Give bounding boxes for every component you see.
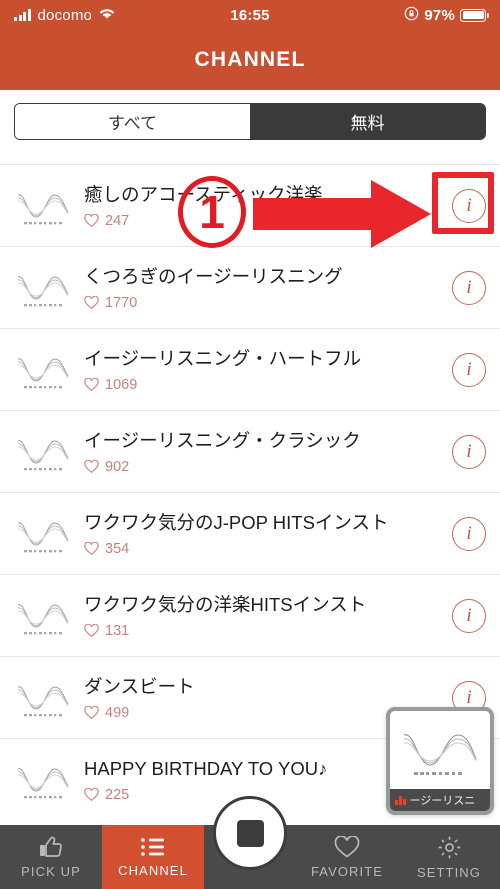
tab-pick-up[interactable]: PICK UP xyxy=(0,825,102,889)
like-count: 1069 xyxy=(84,377,442,393)
channel-row[interactable]: イージーリスニング・ハートフル 1069 i xyxy=(0,328,500,410)
heart-icon xyxy=(334,835,360,859)
list-icon xyxy=(140,836,166,858)
like-count: 131 xyxy=(84,623,442,639)
like-count-value: 247 xyxy=(105,212,130,229)
waveform-logo-icon xyxy=(390,711,490,789)
app-root: docomo 16:55 97% CHANNEL すべて 無料 癒しのアコーステ… xyxy=(0,0,500,889)
channel-thumbnail-icon xyxy=(14,511,72,557)
heart-icon xyxy=(84,377,99,392)
stop-square-icon xyxy=(236,819,264,847)
status-bar-right: 97% xyxy=(270,6,489,25)
channel-info: ワクワク気分の洋楽HITSインスト 131 xyxy=(84,583,442,648)
tab-favorite-label: FAVORITE xyxy=(310,863,384,879)
channel-row[interactable]: くつろぎのイージーリスニング 1770 i xyxy=(0,246,500,328)
channel-title: くつろぎのイージーリスニング xyxy=(84,266,343,288)
channel-row[interactable]: イージーリスニング・クラシック 902 i xyxy=(0,410,500,492)
segmented-control-wrap: すべて 無料 xyxy=(0,90,500,154)
channel-thumbnail-icon xyxy=(14,347,72,393)
segment-free[interactable]: 無料 xyxy=(250,104,485,139)
heart-icon xyxy=(84,541,99,556)
like-count: 1770 xyxy=(84,295,442,311)
mini-player-bar[interactable]: ージーリスニ xyxy=(390,789,490,811)
heart-icon xyxy=(84,787,99,802)
heart-icon xyxy=(84,295,99,310)
heart-icon xyxy=(84,705,99,720)
stop-button[interactable] xyxy=(213,796,287,870)
channel-row[interactable]: ワクワク気分の洋楽HITSインスト 131 i xyxy=(0,574,500,656)
page-title: CHANNEL xyxy=(194,48,306,71)
tab-setting-label: SETTING xyxy=(416,864,482,880)
like-count-value: 1770 xyxy=(105,294,138,311)
battery-icon xyxy=(460,8,489,22)
like-count: 354 xyxy=(84,541,442,557)
carrier-label: docomo xyxy=(37,6,93,24)
channel-info: くつろぎのイージーリスニング 1770 xyxy=(84,255,442,320)
like-count-value: 902 xyxy=(105,458,130,475)
tab-channel-label: CHANNEL xyxy=(118,863,188,878)
heart-icon xyxy=(84,213,99,228)
channel-title: ワクワク気分のJ-POP HITSインスト xyxy=(84,512,389,534)
equalizer-icon xyxy=(395,795,406,805)
heart-icon xyxy=(84,459,99,474)
segmented-control[interactable]: すべて 無料 xyxy=(14,103,486,140)
status-bar-left: docomo xyxy=(14,7,230,24)
channel-title: イージーリスニング・ハートフル xyxy=(84,348,362,370)
tab-favorite[interactable]: FAVORITE xyxy=(296,825,398,889)
channel-row[interactable]: 癒しのアコースティック洋楽 247 i xyxy=(0,164,500,246)
channel-info-button[interactable]: i xyxy=(452,352,486,387)
tab-setting[interactable]: SETTING xyxy=(398,825,500,889)
like-count-value: 499 xyxy=(105,704,130,721)
now-playing-label: ージーリスニ xyxy=(409,795,476,807)
channel-info: イージーリスニング・クラシック 902 xyxy=(84,419,442,484)
channel-title: ワクワク気分の洋楽HITSインスト xyxy=(84,594,367,616)
heart-icon xyxy=(84,623,99,638)
like-count: 902 xyxy=(84,459,442,475)
channel-info: ワクワク気分のJ-POP HITSインスト 354 xyxy=(84,501,442,566)
channel-info: イージーリスニング・ハートフル 1069 xyxy=(84,337,442,402)
channel-thumbnail-icon xyxy=(14,675,72,721)
thumbs-up-icon xyxy=(38,835,64,859)
signal-bars-icon xyxy=(14,9,31,21)
like-count-value: 131 xyxy=(105,622,130,639)
channel-thumbnail-icon xyxy=(14,757,72,803)
like-count-value: 1069 xyxy=(105,376,138,393)
mini-player[interactable]: ージーリスニ xyxy=(386,707,494,815)
channel-row[interactable]: ワクワク気分のJ-POP HITSインスト 354 i xyxy=(0,492,500,574)
like-count-value: 354 xyxy=(105,540,130,557)
gear-icon xyxy=(437,835,462,860)
tab-channel[interactable]: CHANNEL xyxy=(102,825,204,889)
channel-thumbnail-icon xyxy=(14,593,72,639)
battery-percent-label: 97% xyxy=(424,6,455,24)
channel-title: 癒しのアコースティック洋楽 xyxy=(84,184,323,206)
channel-info-button[interactable]: i xyxy=(452,270,486,305)
channel-title: イージーリスニング・クラシック xyxy=(84,430,361,452)
channel-info-button[interactable]: i xyxy=(452,516,486,551)
segment-all[interactable]: すべて xyxy=(15,104,250,139)
like-count-value: 225 xyxy=(105,786,130,803)
status-bar: docomo 16:55 97% xyxy=(0,0,500,30)
channel-thumbnail-icon xyxy=(14,429,72,475)
tab-pick-up-label: PICK UP xyxy=(21,864,81,879)
channel-thumbnail-icon xyxy=(14,265,72,311)
like-count: 247 xyxy=(84,213,442,229)
channel-info-button[interactable]: i xyxy=(452,434,486,469)
channel-title: ダンスビート xyxy=(84,676,195,698)
rotation-lock-icon xyxy=(404,6,419,25)
channel-info-button[interactable]: i xyxy=(452,598,486,633)
channel-thumbnail-icon xyxy=(14,183,72,229)
wifi-icon xyxy=(99,7,115,24)
navigation-bar: CHANNEL xyxy=(0,30,500,90)
clock: 16:55 xyxy=(230,6,270,24)
channel-info-button[interactable]: i xyxy=(452,188,486,223)
channel-info: 癒しのアコースティック洋楽 247 xyxy=(84,173,442,238)
